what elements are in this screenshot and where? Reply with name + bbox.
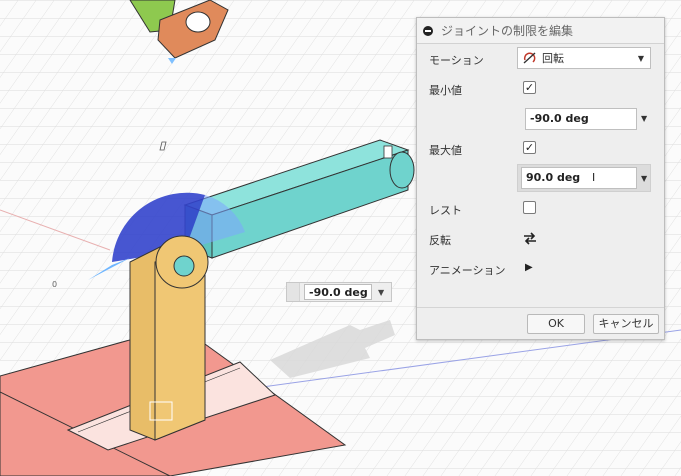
text-cursor-icon: I (592, 171, 596, 184)
flip-icon[interactable] (522, 231, 538, 245)
min-checkbox[interactable]: ✓ (523, 81, 536, 94)
motion-label: モーション (429, 54, 484, 67)
motion-value: 回転 (542, 52, 564, 65)
min-label: 最小値 (429, 84, 462, 97)
collapse-icon[interactable] (423, 25, 433, 36)
rest-checkbox[interactable] (523, 201, 536, 214)
reverse-label: 反転 (429, 234, 451, 247)
chevron-down-icon[interactable]: ▼ (378, 288, 384, 297)
viewport-small-label: 0 (52, 280, 57, 289)
cancel-button[interactable]: キャンセル (593, 314, 659, 334)
rest-label: レスト (429, 204, 462, 217)
angle-input-widget[interactable]: -90.0 deg ▼ (286, 282, 392, 302)
drag-handle[interactable] (287, 283, 300, 301)
min-value-input[interactable]: -90.0 deg (525, 108, 637, 130)
edit-joint-limits-dialog: ジョイントの制限を編集 モーション 回転 ▼ 最小値 ✓ -90.0 deg ▼… (416, 17, 665, 340)
motion-select[interactable]: 回転 ▼ (517, 47, 651, 69)
dialog-titlebar[interactable]: ジョイントの制限を編集 (417, 18, 664, 44)
yellow-link (129, 235, 209, 441)
dialog-title: ジョイントの制限を編集 (441, 24, 574, 38)
angle-value-field[interactable]: -90.0 deg (304, 284, 372, 300)
chevron-down-icon[interactable]: ▼ (641, 114, 647, 123)
play-icon[interactable]: ▶ (525, 262, 533, 273)
dialog-footer: OK キャンセル (417, 307, 664, 339)
max-label: 最大値 (429, 144, 462, 157)
animation-label: アニメーション (429, 264, 506, 277)
ok-button[interactable]: OK (527, 314, 585, 334)
max-checkbox[interactable]: ✓ (523, 141, 536, 154)
max-value-input[interactable]: 90.0 deg I (521, 167, 637, 189)
max-value-text: 90.0 deg (526, 171, 581, 184)
chevron-down-icon: ▼ (637, 53, 644, 63)
rotate-motion-icon (523, 52, 536, 64)
chevron-down-icon[interactable]: ▼ (641, 174, 647, 183)
